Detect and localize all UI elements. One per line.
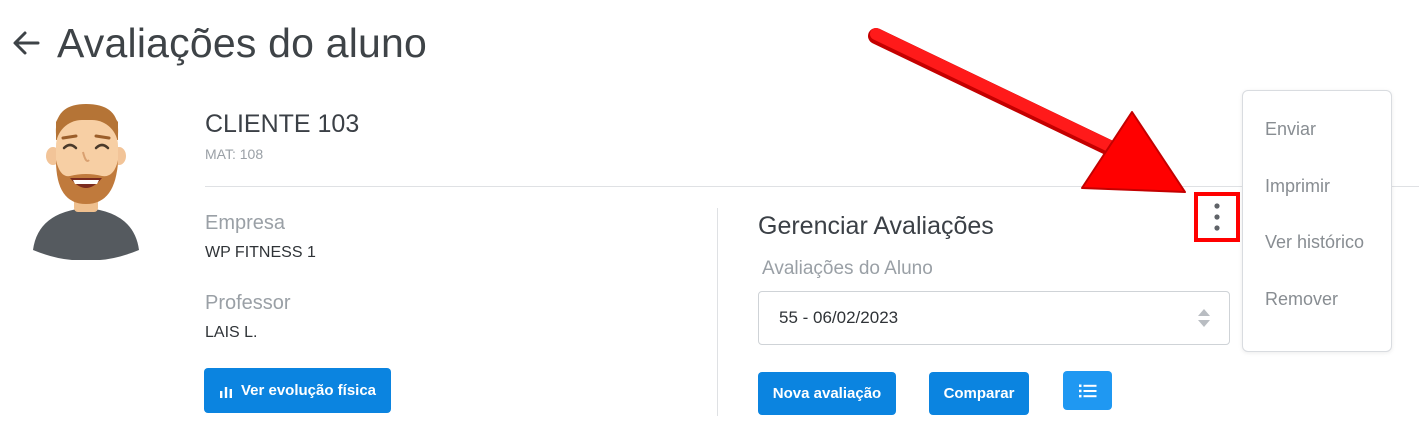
annotation-arrow — [868, 28, 1186, 193]
client-name: CLIENTE 103 — [205, 110, 360, 138]
back-arrow-icon[interactable] — [10, 26, 44, 60]
assessments-select-value: 55 - 06/02/2023 — [779, 308, 899, 327]
menu-item-print[interactable]: Imprimir — [1265, 176, 1330, 197]
menu-item-send[interactable]: Enviar — [1265, 119, 1316, 140]
list-button[interactable] — [1063, 371, 1112, 410]
view-evolution-button[interactable]: Ver evolução física — [204, 368, 391, 413]
new-assessment-button[interactable]: Nova avaliação — [758, 372, 896, 415]
menu-item-history[interactable]: Ver histórico — [1265, 232, 1364, 253]
assessments-select-label: Avaliações do Aluno — [762, 258, 933, 279]
actions-menu: Enviar Imprimir Ver histórico Remover — [1242, 90, 1392, 352]
teacher-value: LAIS L. — [205, 324, 258, 341]
compare-button[interactable]: Comparar — [929, 372, 1029, 415]
view-evolution-label: Ver evolução física — [240, 382, 377, 399]
menu-item-remove[interactable]: Remover — [1265, 289, 1338, 310]
teacher-label: Professor — [205, 292, 291, 314]
sort-arrows-icon — [1198, 309, 1210, 327]
bar-chart-icon — [219, 386, 232, 398]
page-title: Avaliações do aluno — [57, 20, 428, 66]
company-value: WP FITNESS 1 — [205, 244, 316, 261]
list-icon — [1078, 384, 1096, 397]
avatar — [33, 104, 139, 260]
vertical-divider — [717, 208, 718, 416]
assessments-select[interactable]: 55 - 06/02/2023 — [758, 291, 1230, 345]
client-registration: MAT: 108 — [205, 146, 264, 162]
company-label: Empresa — [205, 212, 286, 234]
